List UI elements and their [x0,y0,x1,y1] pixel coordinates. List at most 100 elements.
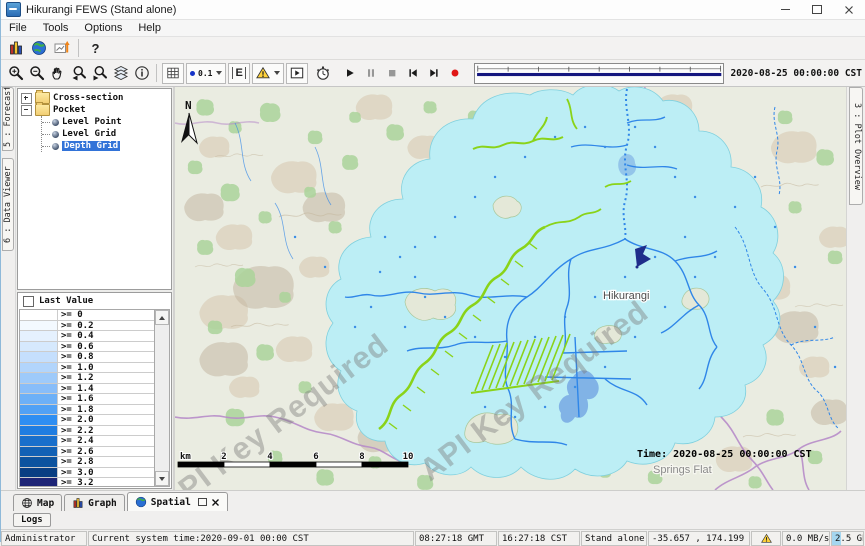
legend-row[interactable]: >= 1.0 [20,363,154,374]
map-view[interactable]: API Key Required API Key Required Hikura… [175,87,846,490]
tab-map[interactable]: Map [13,494,62,511]
step-back-button[interactable] [403,63,424,83]
menu-help[interactable]: Help [130,20,169,36]
legend-color-swatch [20,405,58,415]
globe-icon [135,496,147,508]
menu-tools[interactable]: Tools [35,20,77,36]
explorer-button[interactable] [5,38,26,58]
legend-row[interactable]: >= 2.0 [20,415,154,426]
play-button[interactable] [340,63,361,83]
tab-graph[interactable]: Graph [64,494,125,511]
close-button[interactable] [833,0,865,19]
tab-spatial[interactable]: Spatial [127,492,228,511]
close-tab-icon[interactable] [211,498,220,507]
legend-color-swatch [20,352,58,362]
tree-item-label: Level Point [62,117,122,127]
legend-color-swatch [20,342,58,352]
legend-row[interactable]: >= 2.8 [20,457,154,468]
legend-row[interactable]: >= 0 [20,310,154,321]
status-memory: 2.5 GB [831,531,864,546]
legend-row[interactable]: >= 0.2 [20,321,154,332]
zoom-next-icon [92,65,108,81]
zoom-out-button[interactable] [26,63,47,83]
warnings-dropdown[interactable] [252,63,284,84]
menu-file[interactable]: File [1,20,35,36]
scroll-down-button[interactable] [155,471,169,486]
legend-row[interactable]: >= 1.8 [20,405,154,416]
zoom-previous-icon [71,65,87,81]
legend-row-label: >= 1.6 [58,394,94,404]
legend-color-swatch [20,457,58,467]
record-button[interactable] [445,63,466,83]
legend-row[interactable]: >= 0.4 [20,331,154,342]
collapse-icon[interactable] [21,105,32,116]
legend-row[interactable]: >= 3.0 [20,468,154,479]
tab-graph-label: Graph [88,498,117,509]
info-button[interactable] [131,63,152,83]
class-breaks-dropdown[interactable]: 0.1 [186,63,226,84]
legend-scrollbar[interactable] [154,310,169,486]
layers-button[interactable] [110,63,131,83]
tree-item-level-point[interactable]: Level Point [42,116,171,128]
minimize-button[interactable] [769,0,801,19]
legend-panel: Last Value >= 0 >= 0.2 >= 0.4 >= 0.6 >= … [17,292,172,489]
map-canvas: API Key Required API Key Required Hikura… [175,87,846,490]
expand-icon[interactable] [21,93,32,104]
timeseries-button[interactable] [51,38,72,58]
time-slider-range-bar[interactable] [477,72,721,75]
chevron-down-icon [216,71,222,75]
stop-button[interactable] [382,63,403,83]
tree-item-label: Pocket [53,105,86,115]
animation-timer-button[interactable] [313,63,334,83]
application-window: { "window": { "title": "Hikurangi FEWS (… [0,0,865,542]
maximize-button[interactable] [801,0,833,19]
tree-item-depth-grid[interactable]: Depth Grid [42,140,171,152]
labels-toggle-button[interactable]: E [228,63,249,84]
legend-row[interactable]: >= 2.2 [20,426,154,437]
legend-row[interactable]: >= 1.6 [20,394,154,405]
legend-row-label: >= 2.6 [58,447,94,457]
status-warning-cell[interactable] [751,531,781,546]
grid-toggle-button[interactable] [162,63,184,84]
pause-button[interactable] [361,63,382,83]
north-label: N [185,99,192,112]
globe-wireframe-icon [21,497,33,509]
tree-item-cross-section[interactable]: Cross-section [21,92,171,104]
menu-options[interactable]: Options [76,20,130,36]
legend-row[interactable]: >= 1.2 [20,373,154,384]
status-bar: Administrator Current system time:2020-0… [1,529,865,546]
legend-row[interactable]: >= 1.4 [20,384,154,395]
tab-forecast[interactable]: 5 : Forecast [2,87,14,151]
tree-item-level-grid[interactable]: Level Grid [42,128,171,140]
legend-row[interactable]: >= 0.8 [20,352,154,363]
layer-bullet-icon [52,119,59,126]
status-local-time: 16:27:18 CST [498,531,580,546]
legend-row[interactable]: >= 2.6 [20,447,154,458]
float-panel-icon[interactable] [198,498,207,506]
legend-row[interactable]: >= 0.6 [20,342,154,353]
legend-row-label: >= 2.2 [58,426,94,436]
zoom-previous-button[interactable] [68,63,89,83]
help-button[interactable]: ? [85,38,106,58]
pan-button[interactable] [47,63,68,83]
legend-row[interactable]: >= 3.2 [20,478,154,486]
animation-dialog-button[interactable] [286,63,308,84]
legend-row[interactable]: >= 2.4 [20,436,154,447]
tab-data-viewer[interactable]: 6 : Data Viewer [2,158,14,251]
step-forward-button[interactable] [424,63,445,83]
scroll-up-button[interactable] [155,310,169,325]
scale-tick: 4 [267,452,273,462]
status-mode: Stand alone [581,531,647,546]
logs-tab[interactable]: Logs [13,513,51,527]
tab-plot-overview[interactable]: 3 : Plot Overview [849,87,863,205]
tree-item-pocket[interactable]: Pocket [21,104,171,116]
zoom-next-button[interactable] [89,63,110,83]
window-title: Hikurangi FEWS (Stand alone) [26,4,769,16]
map-display-button[interactable] [28,38,49,58]
tree-item-label-selected: Depth Grid [62,141,120,151]
time-slider[interactable] [474,63,725,84]
zoom-in-button[interactable] [5,63,26,83]
last-value-checkbox[interactable] [23,296,34,307]
pause-icon [365,67,377,79]
legend-rows: >= 0 >= 0.2 >= 0.4 >= 0.6 >= 0.8 >= 1.0 … [20,310,154,486]
